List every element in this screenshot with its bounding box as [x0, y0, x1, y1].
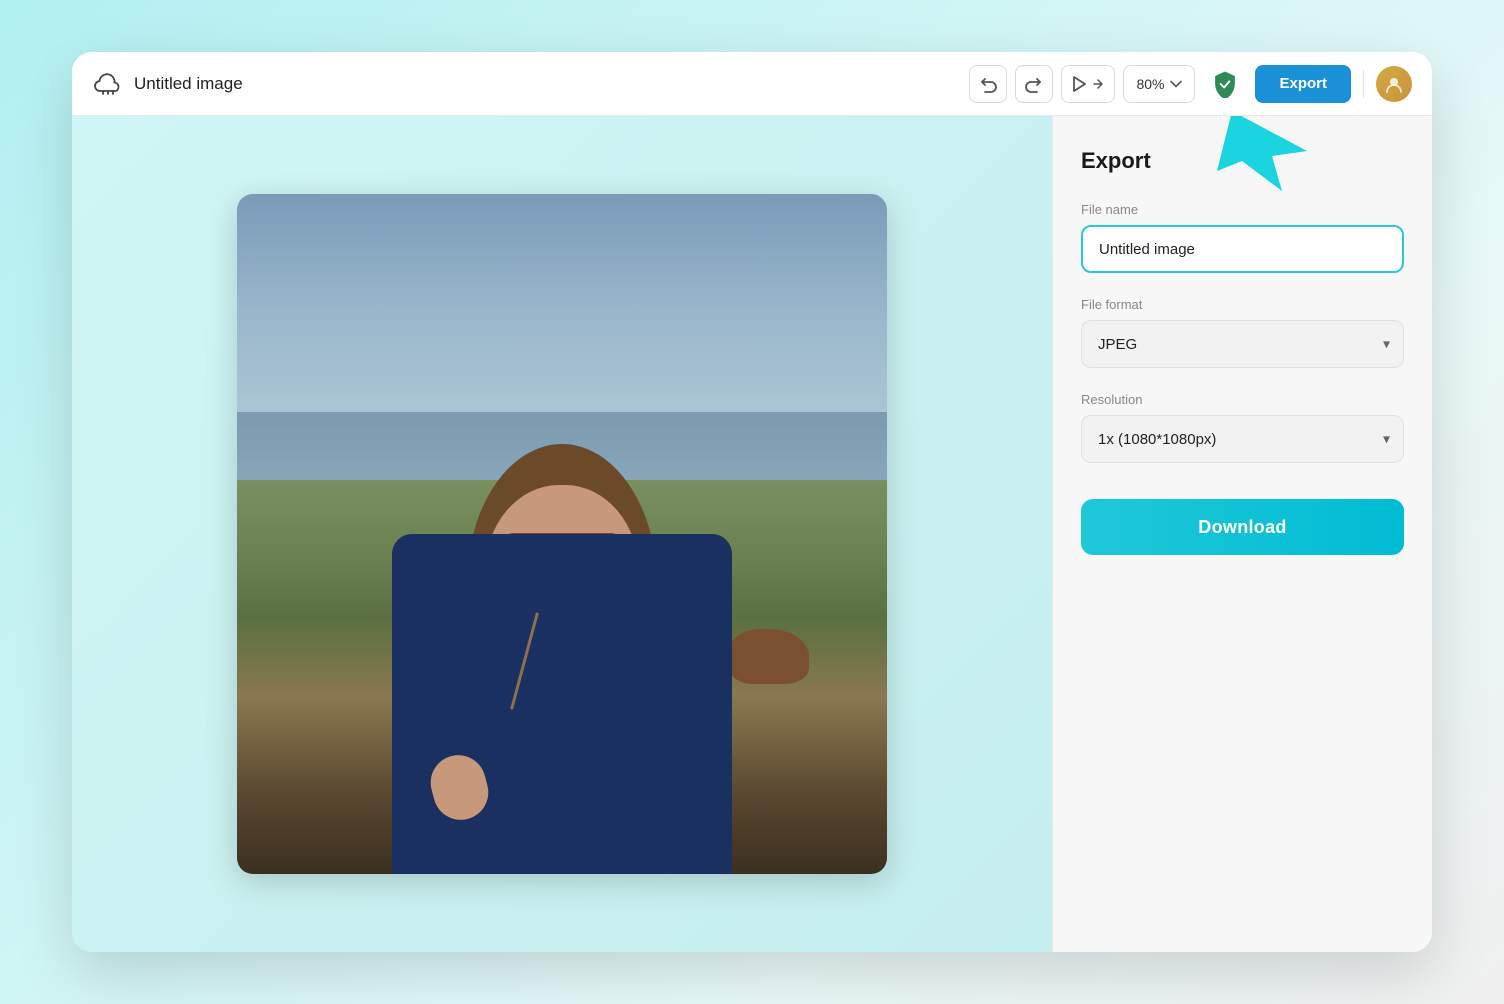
- export-button[interactable]: Export: [1255, 65, 1351, 103]
- toolbar-left: Untitled image: [92, 68, 957, 100]
- zoom-label: 80%: [1136, 76, 1164, 92]
- shield-icon: [1207, 66, 1243, 102]
- file-name-label: File name: [1081, 202, 1404, 217]
- resolution-select-wrap: 1x (1080*1080px) 2x (2160*2160px) 0.5x (…: [1081, 415, 1404, 463]
- file-format-select[interactable]: JPEG PNG SVG PDF: [1081, 320, 1404, 368]
- divider: [1363, 70, 1364, 98]
- main-content: Export File name File format JPEG PNG SV…: [72, 116, 1432, 952]
- download-button[interactable]: Download: [1081, 499, 1404, 555]
- redo-button[interactable]: [1015, 65, 1053, 103]
- export-panel: Export File name File format JPEG PNG SV…: [1052, 116, 1432, 952]
- undo-button[interactable]: [969, 65, 1007, 103]
- avatar[interactable]: [1376, 66, 1412, 102]
- toolbar-right: Export: [1207, 65, 1412, 103]
- arrow-pointer: [1212, 116, 1312, 201]
- app-window: Untitled image: [72, 52, 1432, 952]
- resolution-label: Resolution: [1081, 392, 1404, 407]
- file-format-select-wrap: JPEG PNG SVG PDF ▾: [1081, 320, 1404, 368]
- file-format-label: File format: [1081, 297, 1404, 312]
- zoom-control[interactable]: 80%: [1123, 65, 1195, 103]
- file-name-input[interactable]: [1081, 225, 1404, 273]
- resolution-select[interactable]: 1x (1080*1080px) 2x (2160*2160px) 0.5x (…: [1081, 415, 1404, 463]
- file-title: Untitled image: [134, 74, 243, 94]
- toolbar-center: 80%: [969, 65, 1195, 103]
- play-share-button[interactable]: [1061, 65, 1115, 103]
- toolbar: Untitled image: [72, 52, 1432, 116]
- image-frame: [237, 194, 887, 874]
- cloud-icon: [92, 68, 124, 100]
- canvas-area: [72, 116, 1052, 952]
